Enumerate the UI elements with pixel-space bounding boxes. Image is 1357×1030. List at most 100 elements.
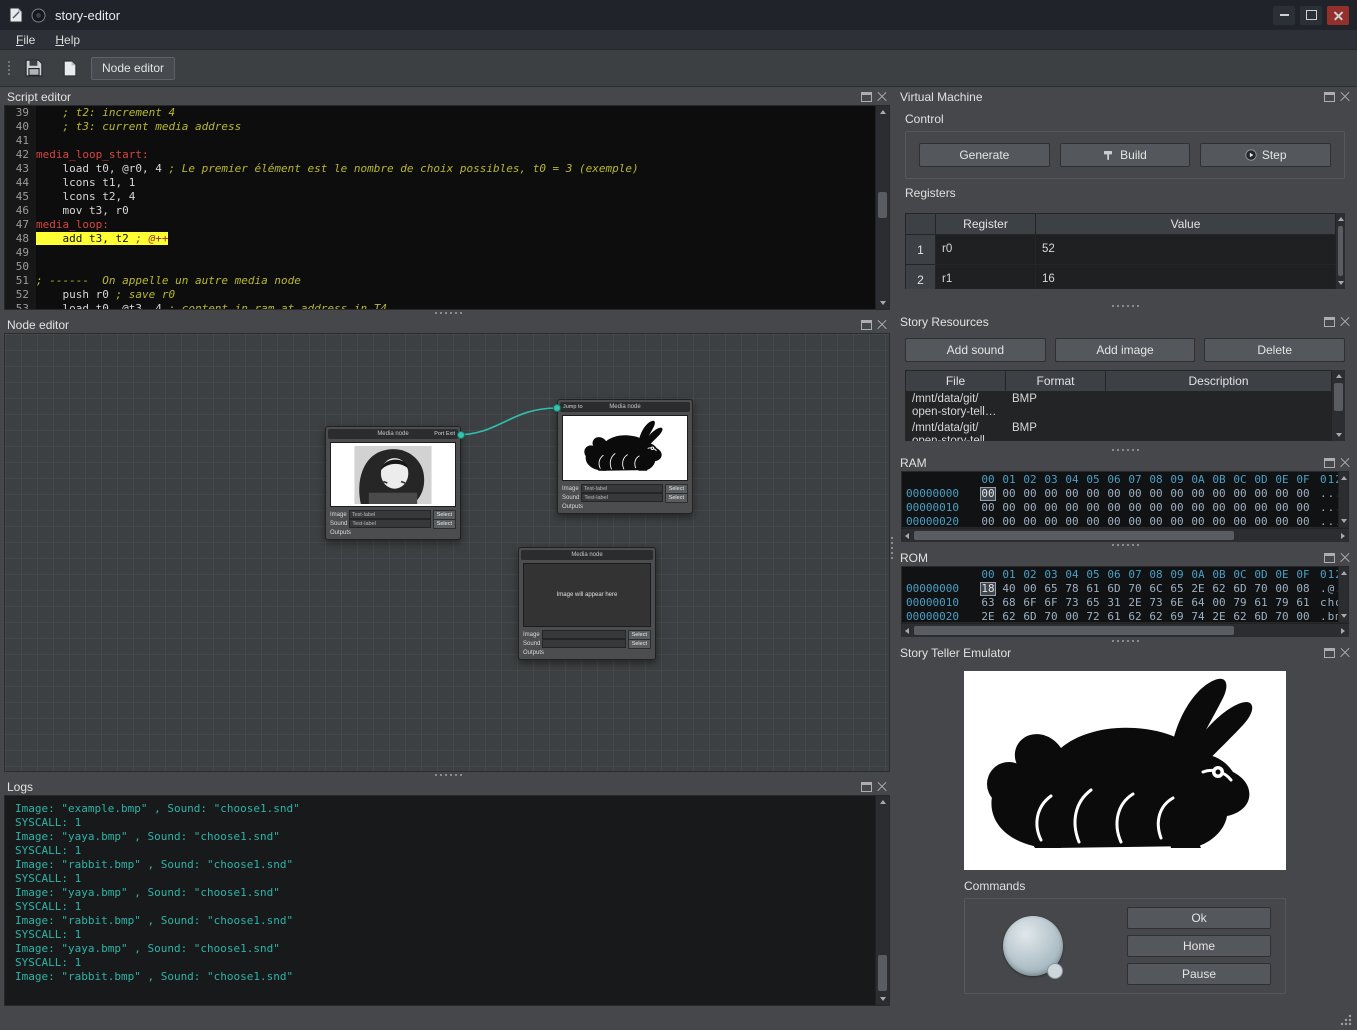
hex-row[interactable]: 0000002000000000000000000000000000000000… (906, 515, 1348, 528)
vm-panel-title: Virtual Machine (900, 90, 983, 104)
output-port[interactable] (457, 431, 465, 439)
code-line: 39 ; t2: increment 4 (5, 106, 889, 120)
ok-button[interactable]: Ok (1127, 907, 1271, 929)
resource-row[interactable]: /mnt/data/git/ open-story-tell…BMP (906, 392, 1332, 421)
maximize-button[interactable] (1300, 6, 1322, 25)
hex-row[interactable]: 0000000000000000000000000000000000000000… (906, 487, 1348, 501)
save-button[interactable] (21, 55, 47, 81)
scrollbar-thumb[interactable] (878, 955, 887, 991)
close-panel-icon[interactable] (1340, 458, 1350, 468)
scroll-up-icon[interactable] (880, 800, 886, 804)
close-panel-icon[interactable] (1340, 92, 1350, 102)
resources-table[interactable]: FileFormatDescription/mnt/data/git/ open… (905, 370, 1332, 441)
hex-row[interactable]: 0000001063686F6F7365312E736E640079617961… (906, 596, 1348, 610)
script-editor-panel-title: Script editor (7, 90, 71, 104)
close-button[interactable] (1327, 6, 1349, 25)
ram-vscrollbar[interactable] (1338, 472, 1348, 527)
delete-button[interactable]: Delete (1204, 338, 1345, 362)
registers-table[interactable]: RegisterValue1r0522r116 (905, 213, 1336, 289)
float-panel-icon[interactable] (861, 92, 872, 102)
float-panel-icon[interactable] (1324, 458, 1335, 468)
media-node[interactable]: Media node Image will appear here ImageS… (518, 547, 656, 660)
resources-scrollbar[interactable] (1331, 370, 1345, 441)
float-panel-icon[interactable] (1324, 92, 1335, 102)
code-line: 43 load t0, @r0, 4 ; Le premier élément … (5, 162, 889, 176)
close-panel-icon[interactable] (877, 92, 887, 102)
menu-file[interactable]: File (8, 32, 43, 48)
rom-hex-view[interactable]: 000102030405060708090A0B0C0D0E0F01234567… (901, 566, 1349, 623)
splitter-handle[interactable] (420, 311, 476, 315)
media-node[interactable]: Media node Port Exit ImageTest-labelSele… (325, 426, 461, 540)
float-panel-icon[interactable] (861, 782, 872, 792)
close-panel-icon[interactable] (877, 782, 887, 792)
select-sound-button[interactable]: Select (628, 639, 651, 649)
scrollbar-thumb[interactable] (1338, 226, 1343, 276)
new-file-icon (61, 60, 78, 77)
code-line: 47media_loop: (5, 218, 889, 232)
rom-hscrollbar[interactable] (901, 623, 1349, 637)
hammer-icon (1103, 149, 1115, 161)
command-knob[interactable] (1003, 916, 1063, 976)
scroll-up-icon[interactable] (880, 110, 886, 114)
node-editor-toggle-button[interactable]: Node editor (91, 57, 175, 80)
rom-vscrollbar[interactable] (1338, 567, 1348, 622)
column-splitter-handle[interactable] (890, 528, 894, 568)
media-node[interactable]: Media node Jump to ImageTest-labelSelect… (557, 399, 693, 514)
scrollbar-thumb[interactable] (914, 531, 1234, 540)
resource-row[interactable]: /mnt/data/git/ open-story-tell…BMP (906, 421, 1332, 442)
menu-help[interactable]: Help (47, 32, 88, 48)
close-panel-icon[interactable] (1340, 553, 1350, 563)
script-editor[interactable]: 39 ; t2: increment 440 ; t3: current med… (4, 105, 890, 310)
scrollbar-thumb[interactable] (1334, 383, 1343, 411)
close-panel-icon[interactable] (1340, 648, 1350, 658)
registers-scrollbar[interactable] (1335, 213, 1345, 289)
step-button[interactable]: Step (1200, 143, 1331, 167)
logs-output[interactable]: Image: "example.bmp" , Sound: "choose1.s… (4, 795, 890, 1006)
save-floppy-icon (25, 59, 43, 77)
scroll-down-icon[interactable] (880, 997, 886, 1001)
register-row[interactable]: 1r052 (906, 235, 1336, 265)
scrollbar-thumb[interactable] (914, 626, 1234, 635)
splitter-handle[interactable] (1097, 304, 1153, 308)
pause-button[interactable]: Pause (1127, 963, 1271, 985)
logs-scrollbar[interactable] (875, 796, 889, 1005)
scroll-down-icon[interactable] (880, 301, 886, 305)
splitter-handle[interactable] (420, 773, 476, 777)
new-file-button[interactable] (56, 55, 82, 81)
code-line: 53 load t0, @t3, 4 ; content in ram at a… (5, 302, 889, 310)
float-panel-icon[interactable] (1324, 553, 1335, 563)
float-panel-icon[interactable] (861, 320, 872, 330)
ram-hscrollbar[interactable] (901, 528, 1349, 542)
splitter-handle[interactable] (1097, 448, 1153, 452)
home-button[interactable]: Home (1127, 935, 1271, 957)
app-document-icon (8, 7, 24, 23)
float-panel-icon[interactable] (1324, 648, 1335, 658)
splitter-handle[interactable] (1097, 639, 1153, 643)
generate-button[interactable]: Generate (919, 143, 1050, 167)
window-resize-grip[interactable] (1340, 1014, 1352, 1026)
scrollbar-thumb[interactable] (878, 192, 887, 218)
close-panel-icon[interactable] (877, 320, 887, 330)
ram-hex-view[interactable]: 000102030405060708090A0B0C0D0E0F01234567… (901, 471, 1349, 528)
node-canvas[interactable]: Media node Port Exit ImageTest-labelSele… (4, 333, 890, 772)
build-button[interactable]: Build (1060, 143, 1191, 167)
close-panel-icon[interactable] (1340, 317, 1350, 327)
select-sound-button[interactable]: Select (665, 493, 688, 503)
toolbar-drag-handle[interactable] (8, 59, 12, 77)
minimize-button[interactable] (1273, 6, 1295, 25)
code-line: 40 ; t3: current media address (5, 120, 889, 134)
add-sound-button[interactable]: Add sound (905, 338, 1046, 362)
input-port[interactable] (553, 404, 561, 412)
manga-girl-image (330, 442, 456, 507)
select-sound-button[interactable]: Select (433, 519, 456, 529)
float-panel-icon[interactable] (1324, 317, 1335, 327)
image-row-label: Image (562, 486, 579, 492)
add-image-button[interactable]: Add image (1055, 338, 1196, 362)
hex-row[interactable]: 000000202E626D70007261626269742E626D7000… (906, 610, 1348, 623)
hex-row[interactable]: 0000001000000000000000000000000000000000… (906, 501, 1348, 515)
register-row[interactable]: 2r116 (906, 265, 1336, 290)
control-group: Generate Build Step (905, 131, 1345, 179)
script-scrollbar[interactable] (875, 106, 889, 309)
hex-row[interactable]: 000000001840006578616D706C652E626D700008… (906, 582, 1348, 596)
splitter-handle[interactable] (1097, 543, 1153, 547)
